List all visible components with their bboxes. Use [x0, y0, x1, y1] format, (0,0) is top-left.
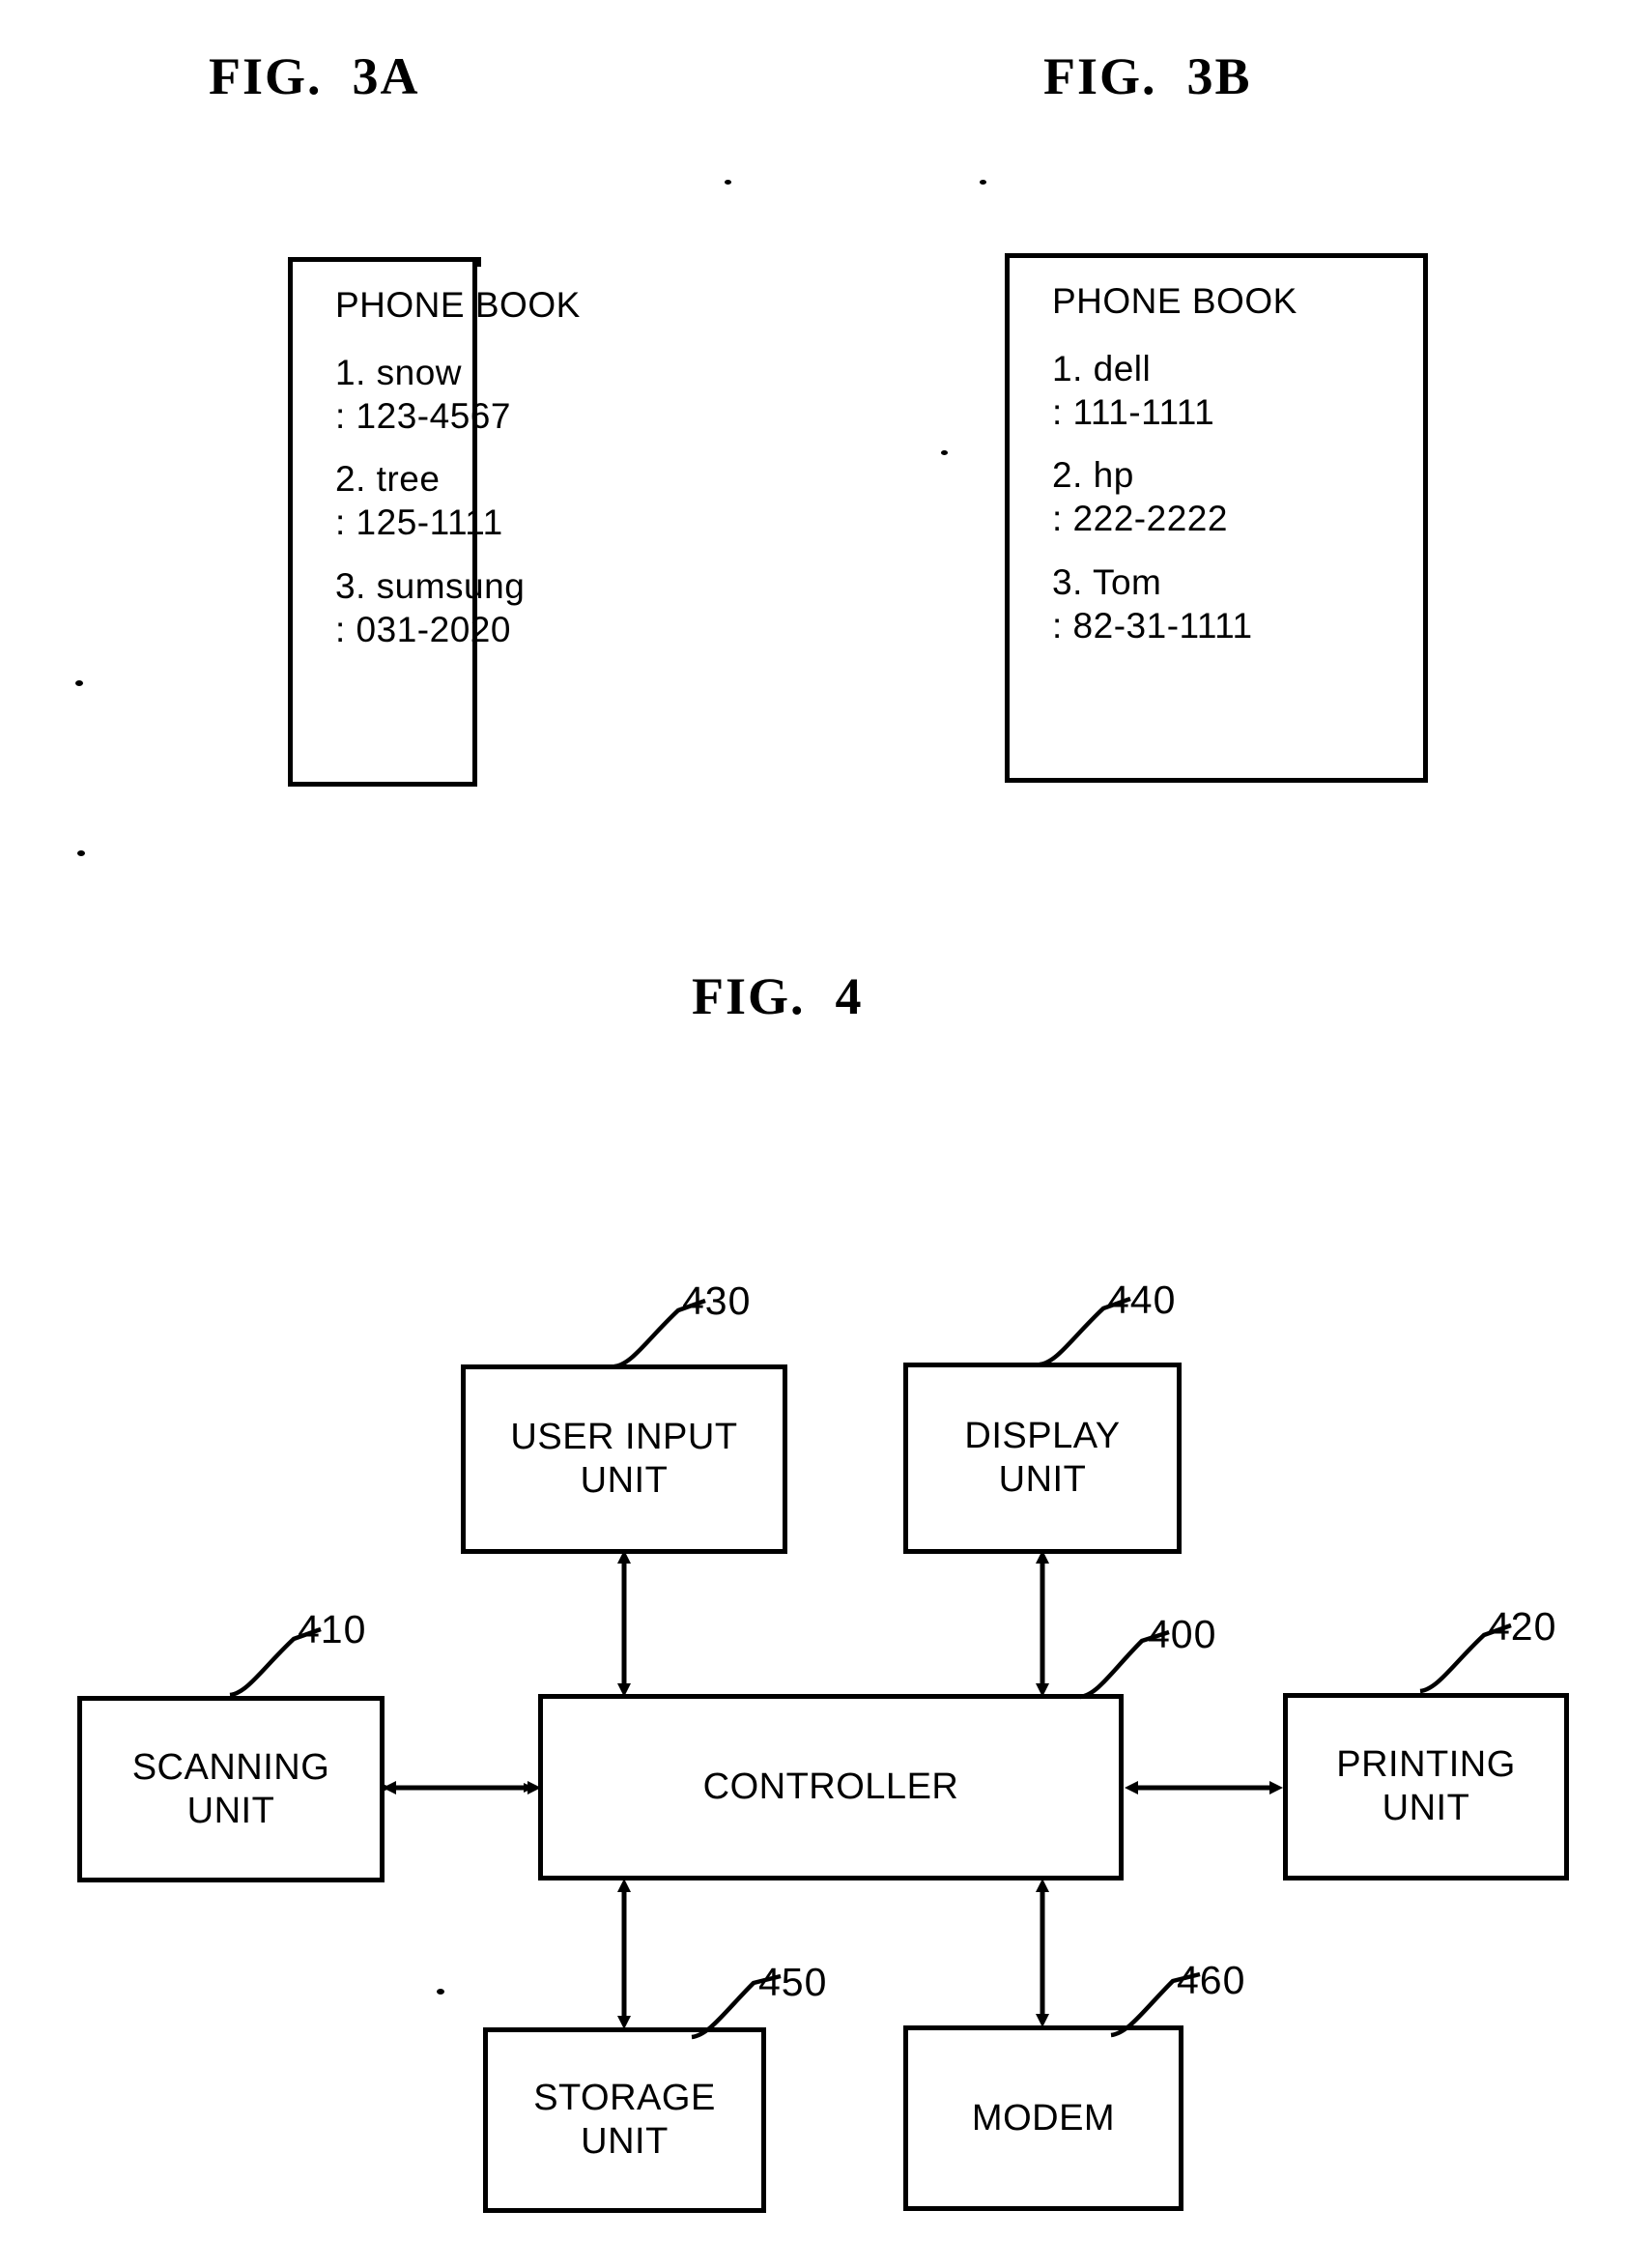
ref-numeral-410: 410 [298, 1607, 367, 1651]
contact-name: 3. Tom [1052, 561, 1162, 602]
contact-name: 2. tree [335, 459, 441, 500]
scan-speck [941, 450, 948, 455]
block-label: SCANNING UNIT [131, 1746, 330, 1831]
contact-number: : 82-31-1111 [1052, 605, 1253, 646]
phone-book-content-3a: PHONE BOOK 1. snow : 123-4567 2. tree : … [335, 285, 581, 671]
contact-name: 3. sumsung [335, 565, 526, 606]
phone-book-entry: 3. sumsung : 031-2020 [335, 564, 581, 651]
phone-book-entry: 3. Tom : 82-31-1111 [1052, 560, 1297, 647]
block-display-unit: DISPLAY UNIT [903, 1363, 1182, 1554]
ref-numeral-430: 430 [682, 1278, 752, 1323]
phone-book-heading-3a: PHONE BOOK [335, 285, 581, 325]
contact-number: : 111-1111 [1052, 392, 1215, 433]
scan-speck [437, 1989, 444, 1995]
phone-book-entry: 1. snow : 123-4567 [335, 351, 581, 438]
connector-controller-storage [617, 1879, 631, 2029]
scan-speck [980, 180, 986, 185]
block-modem: MODEM [903, 2025, 1183, 2211]
contact-number: : 031-2020 [335, 609, 511, 649]
scan-speck [77, 850, 85, 856]
scan-speck [725, 180, 731, 185]
ref-numeral-420: 420 [1488, 1604, 1557, 1649]
figure-title-4: FIG. 4 [692, 967, 864, 1025]
phone-book-entry: 1. dell : 111-1111 [1052, 347, 1297, 434]
connector-controller-modem [1036, 1879, 1049, 2027]
block-label: MODEM [971, 2097, 1116, 2139]
contact-name: 1. snow [335, 353, 463, 392]
block-controller: CONTROLLER [538, 1694, 1124, 1880]
ref-numeral-460: 460 [1177, 1958, 1246, 2002]
phone-book-entry: 2. tree : 125-1111 [335, 457, 581, 544]
figure-title-3a: FIG. 3A [209, 47, 420, 105]
phone-book-panel-3b: PHONE BOOK 1. dell : 111-1111 2. hp : 22… [1005, 253, 1428, 783]
patent-figure-sheet: FIG. 3A PHONE BOOK 1. snow : 123-4567 2.… [0, 0, 1625, 2268]
block-scanning-unit: SCANNING UNIT [77, 1696, 385, 1882]
phone-book-content-3b: PHONE BOOK 1. dell : 111-1111 2. hp : 22… [1052, 281, 1297, 667]
block-label: USER INPUT UNIT [510, 1417, 738, 1501]
contact-name: 1. dell [1052, 349, 1152, 388]
block-printing-unit: PRINTING UNIT [1283, 1693, 1569, 1880]
block-label: CONTROLLER [702, 1766, 959, 1808]
scan-speck [75, 680, 83, 686]
connector-display-controller [1036, 1550, 1049, 1697]
block-storage-unit: STORAGE UNIT [483, 2027, 766, 2213]
contact-number: : 123-4567 [335, 396, 511, 437]
figure-title-3b: FIG. 3B [1043, 47, 1252, 105]
contact-number: : 222-2222 [1052, 499, 1228, 539]
ref-numeral-440: 440 [1107, 1278, 1177, 1322]
block-label: PRINTING UNIT [1336, 1744, 1516, 1828]
phone-book-heading-3b: PHONE BOOK [1052, 281, 1297, 321]
block-label: STORAGE UNIT [533, 2078, 716, 2162]
phone-book-panel-3a: PHONE BOOK 1. snow : 123-4567 2. tree : … [288, 257, 580, 787]
ref-numeral-450: 450 [758, 1960, 828, 2004]
connector-user-input-controller [617, 1550, 631, 1697]
contact-name: 2. hp [1052, 455, 1134, 496]
phone-book-entry: 2. hp : 222-2222 [1052, 453, 1297, 540]
connector-controller-printing [1125, 1781, 1283, 1794]
block-user-input-unit: USER INPUT UNIT [461, 1364, 787, 1554]
block-label: DISPLAY UNIT [964, 1416, 1121, 1500]
ref-numeral-400: 400 [1148, 1612, 1217, 1656]
contact-number: : 125-1111 [335, 502, 503, 543]
connector-scanning-controller [381, 1781, 541, 1794]
